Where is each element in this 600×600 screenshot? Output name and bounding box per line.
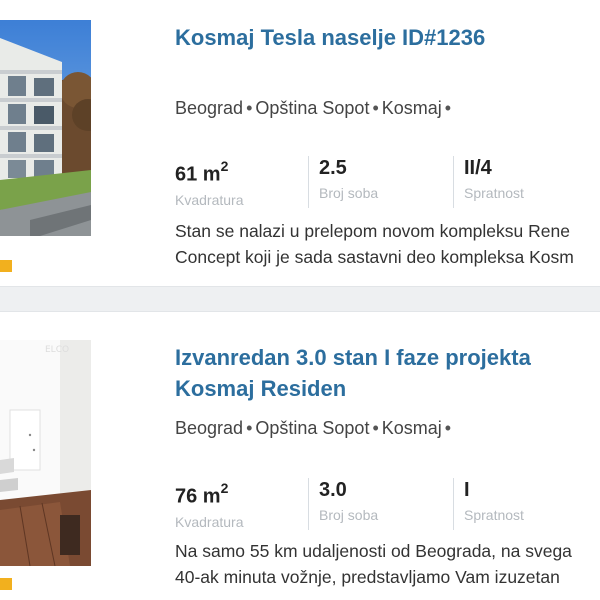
floor-value: II/4: [464, 157, 492, 179]
rooms-label: Broj soba: [319, 507, 379, 523]
stat-area: 61 m2 Kvadratura: [175, 156, 308, 208]
area-value: 61 m: [175, 163, 221, 186]
area-unit-sup: 2: [220, 480, 229, 496]
area-label: Kvadratura: [175, 191, 244, 208]
location: Beograd • Opština Sopot • Kosmaj •: [175, 418, 454, 439]
location: Beograd • Opština Sopot • Kosmaj •: [175, 98, 454, 119]
listing-description: Na samo 55 km udaljenosti od Beograda, n…: [175, 541, 572, 587]
stat-area: 76 m2 Kvadratura: [175, 478, 308, 530]
location-municipality: Opština Sopot: [255, 98, 370, 118]
rooms-value: 3.0: [319, 479, 347, 501]
rooms-value: 2.5: [319, 157, 347, 179]
stat-rooms: 3.0 Broj soba: [308, 478, 452, 530]
floor-value: I: [464, 479, 470, 501]
floor-label: Spratnost: [464, 185, 524, 201]
area-label: Kvadratura: [175, 513, 244, 530]
rooms-label: Broj soba: [319, 185, 379, 201]
bullet-separator: •: [444, 418, 452, 438]
listing-description: Stan se nalazi u prelepom novom kompleks…: [175, 221, 574, 267]
bullet-separator: •: [246, 418, 253, 438]
location-area: Kosmaj: [381, 98, 442, 118]
listing-separator: [0, 286, 600, 312]
stat-floor: II/4 Spratnost: [453, 156, 583, 208]
listing-card[interactable]: ELCO Izvanredan 3.0 stan I faze projekta…: [0, 312, 600, 600]
area-value: 76 m: [175, 485, 221, 508]
location-municipality: Opština Sopot: [255, 418, 370, 438]
bullet-separator: •: [444, 98, 452, 118]
location-city: Beograd: [175, 418, 244, 438]
stat-rooms: 2.5 Broj soba: [308, 156, 452, 208]
location-area: Kosmaj: [381, 418, 442, 438]
listing-card[interactable]: Kosmaj Tesla naselje ID#1236 Beograd • Opš…: [0, 0, 600, 286]
location-city: Beograd: [175, 98, 244, 118]
listing-title[interactable]: Izvanredan 3.0 stan I faze projekta Kosm…: [175, 342, 595, 404]
bullet-separator: •: [246, 98, 253, 118]
area-unit-sup: 2: [220, 158, 229, 174]
bullet-separator: •: [372, 98, 379, 118]
listing-title[interactable]: Kosmaj Tesla naselje ID#1236: [175, 22, 595, 53]
property-photo[interactable]: [0, 20, 91, 236]
featured-badge: [0, 260, 12, 272]
bullet-separator: •: [372, 418, 379, 438]
svg-text:ELCO: ELCO: [45, 345, 69, 355]
stat-floor: I Spratnost: [453, 478, 583, 530]
floor-label: Spratnost: [464, 507, 524, 523]
featured-badge: [0, 578, 12, 590]
property-photo[interactable]: ELCO: [0, 340, 91, 566]
